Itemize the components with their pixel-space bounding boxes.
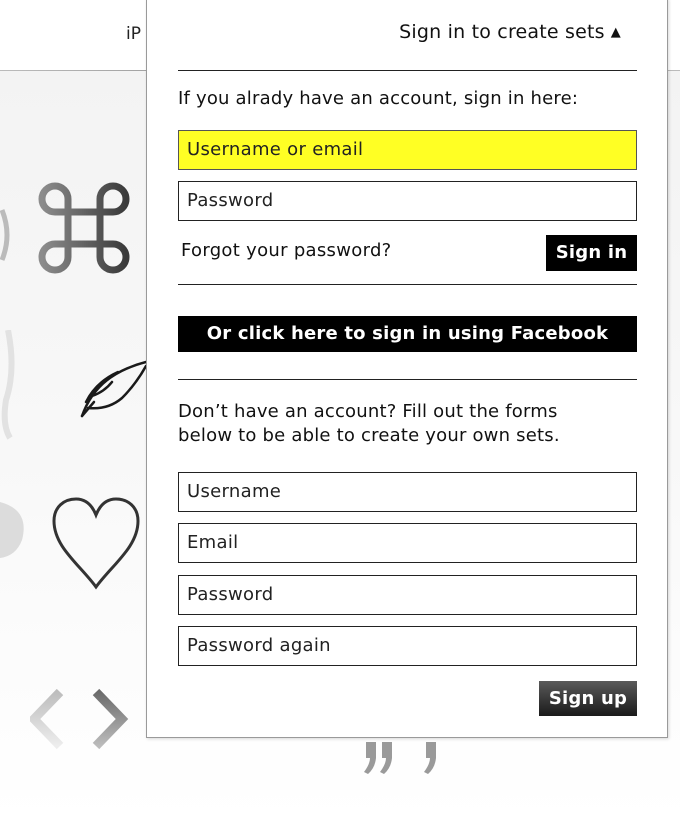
divider (178, 379, 637, 380)
divider (178, 284, 637, 285)
signin-button[interactable]: Sign in (546, 235, 637, 271)
heart-outline-icon[interactable] (50, 495, 142, 591)
username-or-email-placeholder: Username or email (187, 139, 364, 160)
command-key-icon[interactable] (36, 180, 132, 276)
signin-intro-text: If you alrady have an account, sign in h… (178, 88, 579, 109)
signup-password-again-placeholder: Password again (187, 635, 331, 656)
signup-intro-line: Don’t have an account? Fill out the form… (178, 401, 558, 422)
password-placeholder: Password (187, 190, 274, 211)
signup-username-input[interactable]: Username (178, 472, 637, 512)
angle-brackets-icon[interactable] (30, 688, 130, 750)
partial-blob-icon (0, 502, 24, 558)
signin-popup: Sign in to create sets ▲ If you alrady ha… (146, 0, 668, 738)
signup-username-placeholder: Username (187, 481, 282, 502)
facebook-signin-button[interactable]: Or click here to sign in using Facebook (178, 316, 637, 352)
signup-button[interactable]: Sign up (539, 681, 637, 716)
signup-intro-line: below to be able to create your own sets… (178, 425, 560, 446)
closing-quote-icon[interactable] (360, 740, 450, 776)
background-nav-text[interactable]: iP (126, 24, 141, 44)
signup-intro-text: Don’t have an account? Fill out the form… (178, 400, 560, 448)
username-or-email-input[interactable]: Username or email (178, 130, 637, 170)
signup-password-input[interactable]: Password (178, 575, 637, 615)
signup-email-placeholder: Email (187, 532, 239, 553)
signup-email-input[interactable]: Email (178, 523, 637, 563)
divider (178, 70, 637, 71)
partial-icon-left (0, 209, 10, 261)
signin-dropdown-toggle[interactable]: Sign in to create sets ▲ (399, 21, 621, 43)
forgot-password-link[interactable]: Forgot your password? (181, 240, 392, 261)
password-input[interactable]: Password (178, 181, 637, 221)
quill-pen-icon[interactable] (78, 358, 148, 420)
partial-figure-icon (1, 330, 15, 440)
caret-up-icon: ▲ (610, 25, 621, 40)
signup-password-placeholder: Password (187, 584, 274, 605)
signup-password-again-input[interactable]: Password again (178, 626, 637, 666)
signin-header-label: Sign in to create sets (399, 21, 605, 43)
